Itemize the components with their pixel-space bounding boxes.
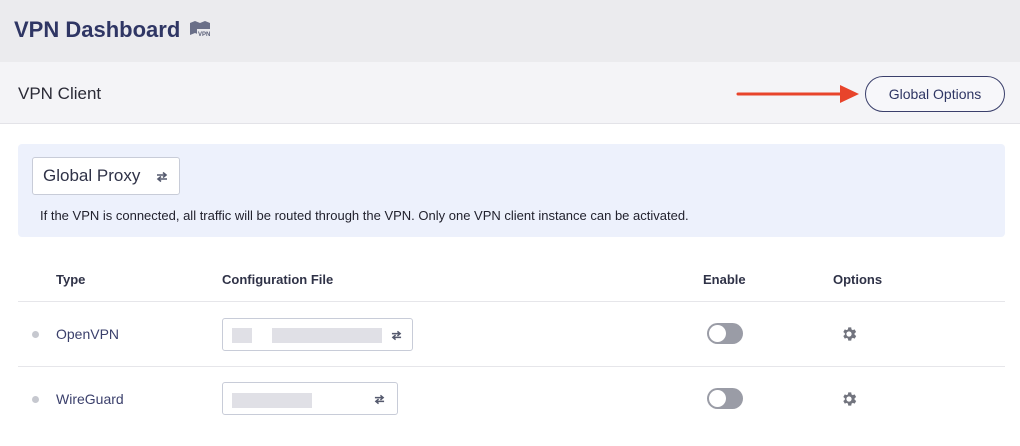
info-description: If the VPN is connected, all traffic wil… <box>40 208 689 223</box>
config-file-select[interactable] <box>222 318 413 351</box>
row-type-label: OpenVPN <box>56 326 120 342</box>
swap-icon <box>391 330 402 341</box>
info-panel: Global Proxy If the VPN is connected, al… <box>18 144 1005 237</box>
arrow-annotation <box>736 85 859 103</box>
status-dot <box>32 331 39 338</box>
swap-icon <box>156 171 168 183</box>
column-header-type: Type <box>56 272 86 287</box>
toggle-knob <box>709 325 726 342</box>
column-header-enable: Enable <box>703 272 746 287</box>
column-header-config-file: Configuration File <box>222 272 334 287</box>
header-bar: VPN Dashboard VPN <box>0 0 1020 62</box>
column-header-options: Options <box>833 272 883 287</box>
divider <box>18 366 1005 367</box>
svg-text:VPN: VPN <box>198 32 210 38</box>
swap-icon <box>374 394 385 405</box>
enable-toggle[interactable] <box>707 323 743 344</box>
section-title: VPN Client <box>18 84 102 103</box>
redacted-text <box>232 328 252 343</box>
gear-icon[interactable] <box>840 390 858 408</box>
config-file-select[interactable] <box>222 382 398 415</box>
global-options-button[interactable]: Global Options <box>865 76 1005 112</box>
toggle-knob <box>709 390 726 407</box>
vpn-icon: VPN <box>190 21 211 38</box>
proxy-mode-value: Global Proxy <box>43 166 141 185</box>
row-type-label: WireGuard <box>56 391 124 407</box>
status-dot <box>32 396 39 403</box>
proxy-mode-select[interactable]: Global Proxy <box>32 157 180 195</box>
enable-toggle[interactable] <box>707 388 743 409</box>
divider <box>18 301 1005 302</box>
page-title: VPN Dashboard <box>14 17 181 42</box>
redacted-text <box>272 328 382 343</box>
redacted-text <box>232 393 312 408</box>
gear-icon[interactable] <box>840 325 858 343</box>
